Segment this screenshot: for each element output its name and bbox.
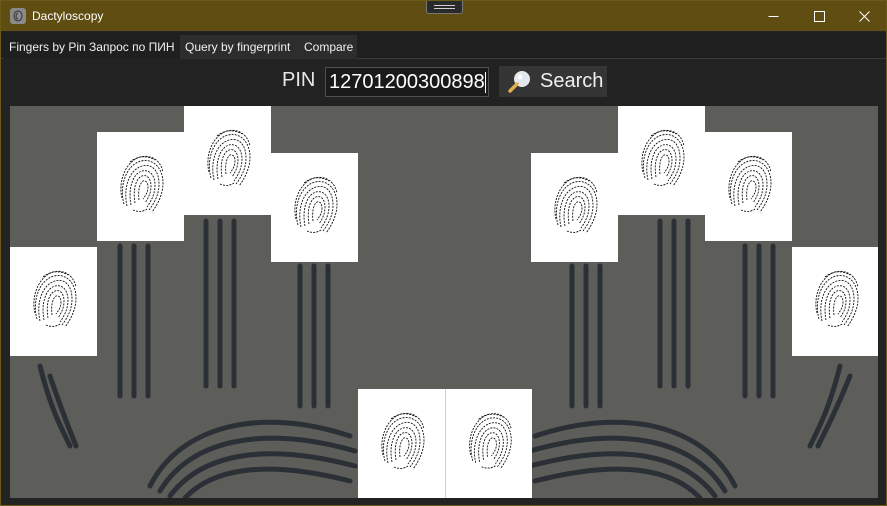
tab-fingers-by-pin[interactable]: Fingers by Pin Запрос по ПИН	[4, 35, 180, 59]
app-fingerprint-icon	[10, 8, 26, 24]
fingerprint-icon	[792, 247, 878, 356]
drag-handle-icon[interactable]	[426, 1, 463, 14]
tab-bar: Fingers by Pin Запрос по ПИН Query by fi…	[1, 32, 886, 59]
window-title: Dactyloscopy	[32, 9, 104, 23]
minimize-button[interactable]	[750, 1, 796, 31]
fingerprint-right-index[interactable]	[531, 153, 618, 262]
fingerprint-icon	[531, 153, 618, 262]
maximize-icon	[813, 10, 825, 22]
tab-compare[interactable]: Compare	[299, 35, 357, 59]
search-toolbar: PIN 12701200300898 Search	[1, 60, 886, 106]
pin-label: PIN	[282, 69, 316, 91]
fingerprint-icon	[10, 247, 97, 356]
close-icon	[858, 10, 870, 22]
fingerprint-icon	[271, 153, 358, 262]
search-button-label: Search	[540, 70, 604, 92]
fingerprint-right-thumb[interactable]	[445, 389, 532, 498]
fingerprint-left-index[interactable]	[271, 153, 358, 262]
fingerprint-right-middle[interactable]	[618, 106, 705, 215]
fingerprint-left-ring[interactable]	[97, 132, 184, 241]
fingerprint-icon	[184, 106, 271, 215]
fingerprint-icon	[358, 389, 445, 498]
fingerprint-right-ring[interactable]	[705, 132, 792, 241]
close-button[interactable]	[841, 1, 887, 31]
fingerprint-right-pinky[interactable]	[792, 247, 878, 356]
hands-canvas	[10, 106, 878, 498]
fingerprint-icon	[97, 132, 184, 241]
magnifier-icon	[508, 70, 530, 93]
fingerprint-left-thumb[interactable]	[358, 389, 445, 498]
pin-input[interactable]: 12701200300898	[325, 67, 489, 97]
maximize-button[interactable]	[796, 1, 842, 31]
minimize-icon	[768, 15, 778, 17]
fingerprint-left-middle[interactable]	[184, 106, 271, 215]
fingerprint-icon	[618, 106, 705, 215]
app-window: Dactyloscopy Fingers by Pin Запрос по ПИ…	[0, 0, 887, 506]
tab-query-by-fingerprint[interactable]: Query by fingerprint	[180, 35, 299, 59]
fingerprint-icon	[446, 389, 532, 498]
search-button[interactable]: Search	[499, 66, 607, 97]
fingerprint-left-pinky[interactable]	[10, 247, 97, 356]
fingerprint-icon	[705, 132, 792, 241]
title-bar[interactable]: Dactyloscopy	[1, 1, 886, 31]
